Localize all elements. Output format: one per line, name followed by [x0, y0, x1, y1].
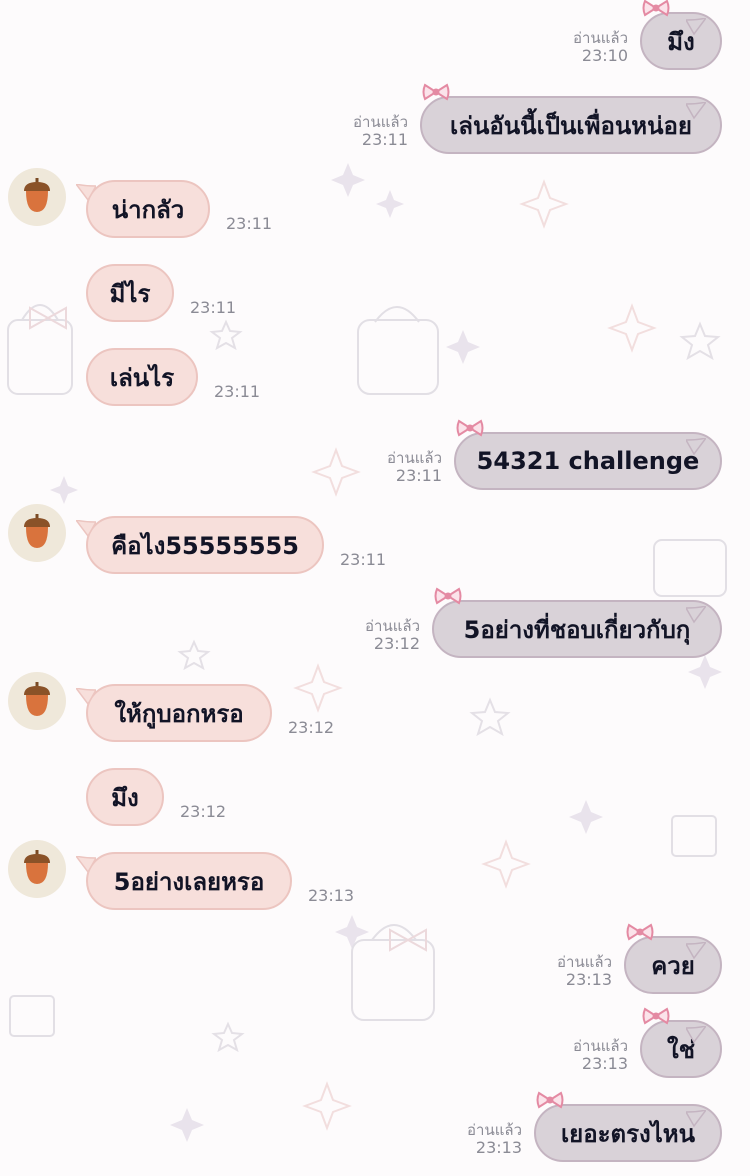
bubble-tail: [686, 606, 706, 624]
acorn-icon: [24, 850, 50, 884]
message-timestamp: 23:13: [475, 1138, 522, 1157]
sent-message-bubble[interactable]: 5อย่างที่ชอบเกี่ยวกับกุ: [432, 600, 722, 658]
bow-icon: [626, 923, 654, 941]
bubble-tail: [76, 688, 96, 706]
bubble-tail: [76, 520, 96, 538]
message-row: ควย อ่านแล้ว 23:13: [0, 923, 750, 1000]
message-text: คือไง55555555: [111, 531, 299, 560]
message-row: ใช่ อ่านแล้ว 23:13: [0, 1007, 750, 1084]
message-timestamp: 23:13: [581, 1054, 628, 1073]
contact-avatar[interactable]: [8, 672, 66, 730]
acorn-icon: [24, 178, 50, 212]
message-row: เยอะตรงไหน อ่านแล้ว 23:13: [0, 1091, 750, 1168]
received-message-bubble[interactable]: น่ากลัว: [86, 180, 210, 238]
message-timestamp: 23:11: [190, 298, 237, 317]
sent-message-bubble[interactable]: 54321 challenge: [454, 432, 722, 490]
bubble-tail: [686, 438, 706, 456]
bubble-tail: [686, 102, 706, 120]
message-timestamp: 23:13: [565, 970, 612, 989]
bubble-tail: [686, 1110, 706, 1128]
message-row: เล่นอันนี้เป็นเพื่อนหน่อย อ่านแล้ว 23:11: [0, 83, 750, 160]
message-timestamp: 23:11: [361, 130, 408, 149]
message-timestamp: 23:11: [226, 214, 273, 233]
message-timestamp: 23:13: [308, 886, 355, 905]
message-text: 5อย่างที่ชอบเกี่ยวกับกุ: [463, 615, 691, 644]
message-text: เล่นไร: [109, 363, 175, 392]
message-text: มีไร: [109, 279, 151, 308]
received-message-bubble[interactable]: เล่นไร: [86, 348, 198, 406]
message-text: มึง: [111, 783, 139, 812]
bow-icon: [434, 587, 462, 605]
sent-message-bubble[interactable]: ควย: [624, 936, 722, 994]
bow-icon: [422, 83, 450, 101]
acorn-icon: [24, 682, 50, 716]
sent-message-bubble[interactable]: เยอะตรงไหน: [534, 1104, 722, 1162]
contact-avatar[interactable]: [8, 504, 66, 562]
message-text: เล่นอันนี้เป็นเพื่อนหน่อย: [450, 111, 692, 140]
received-message-bubble[interactable]: คือไง55555555: [86, 516, 324, 574]
bow-icon: [642, 0, 670, 17]
message-text: เยอะตรงไหน: [560, 1119, 696, 1148]
message-timestamp: 23:12: [373, 634, 420, 653]
message-timestamp: 23:11: [340, 550, 387, 569]
message-row: มึง 23:12: [0, 768, 750, 832]
message-text: ให้กูบอกหรอ: [114, 699, 244, 728]
message-row: 5อย่างที่ชอบเกี่ยวกับกุ อ่านแล้ว 23:12: [0, 587, 750, 664]
message-timestamp: 23:11: [214, 382, 261, 401]
sent-message-bubble[interactable]: ใช่: [640, 1020, 722, 1078]
received-message-bubble[interactable]: มึง: [86, 768, 164, 826]
message-timestamp: 23:12: [180, 802, 227, 821]
message-row: ให้กูบอกหรอ 23:12: [0, 672, 750, 748]
contact-avatar[interactable]: [8, 840, 66, 898]
acorn-icon: [24, 514, 50, 548]
message-row: เล่นไร 23:11: [0, 348, 750, 412]
bubble-tail: [686, 942, 706, 960]
message-timestamp: 23:12: [288, 718, 335, 737]
bubble-tail: [686, 1026, 706, 1044]
received-message-bubble[interactable]: ให้กูบอกหรอ: [86, 684, 272, 742]
message-row: 5อย่างเลยหรอ 23:13: [0, 840, 750, 916]
message-timestamp: 23:11: [395, 466, 442, 485]
message-row: คือไง55555555 23:11: [0, 504, 750, 580]
message-row: น่ากลัว 23:11: [0, 168, 750, 244]
bow-icon: [456, 419, 484, 437]
received-message-bubble[interactable]: มีไร: [86, 264, 174, 322]
message-text: น่ากลัว: [111, 195, 185, 224]
chat-area[interactable]: มึง อ่านแล้ว 23:10 เล่นอันนี้เป็นเพื่อนหน่อ…: [0, 0, 750, 1176]
received-message-bubble[interactable]: 5อย่างเลยหรอ: [86, 852, 292, 910]
message-row: มีไร 23:11: [0, 264, 750, 328]
bow-icon: [642, 1007, 670, 1025]
sent-message-bubble[interactable]: เล่นอันนี้เป็นเพื่อนหน่อย: [420, 96, 722, 154]
sent-message-bubble[interactable]: มึง: [640, 12, 722, 70]
bubble-tail: [76, 184, 96, 202]
message-timestamp: 23:10: [581, 46, 628, 65]
bubble-tail: [686, 18, 706, 36]
bubble-tail: [76, 856, 96, 874]
bow-icon: [536, 1091, 564, 1109]
message-row: มึง อ่านแล้ว 23:10: [0, 0, 750, 76]
message-row: 54321 challenge อ่านแล้ว 23:11: [0, 419, 750, 496]
message-text: 5อย่างเลยหรอ: [113, 867, 265, 896]
message-text: 54321 challenge: [476, 447, 700, 475]
contact-avatar[interactable]: [8, 168, 66, 226]
